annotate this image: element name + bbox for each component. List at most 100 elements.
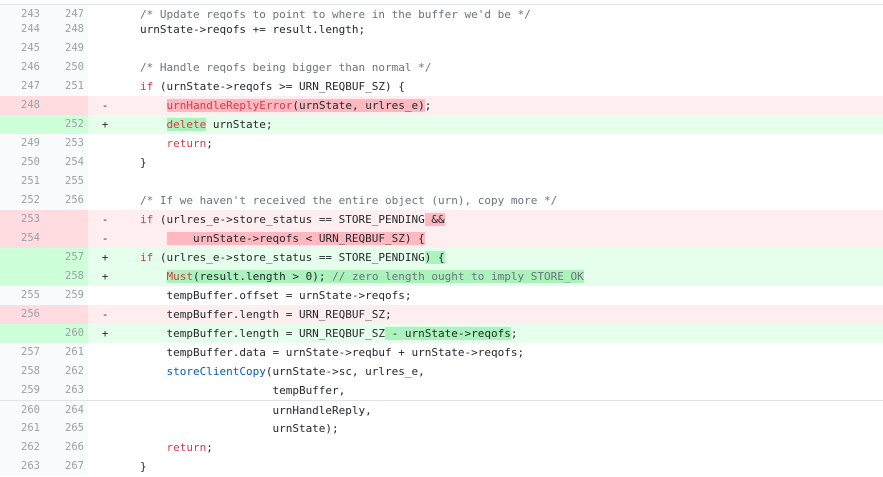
old-line-number[interactable] xyxy=(0,115,40,134)
old-line-number[interactable]: 260 xyxy=(0,401,40,420)
old-line-number[interactable]: 254 xyxy=(0,229,40,248)
new-line-number[interactable]: 262 xyxy=(44,362,84,381)
new-line-number[interactable]: 255 xyxy=(44,172,84,191)
old-line-number[interactable]: 253 xyxy=(0,210,40,229)
new-line-number[interactable]: 250 xyxy=(44,58,84,77)
new-line-number[interactable]: 263 xyxy=(44,381,84,400)
new-line-number[interactable]: 266 xyxy=(44,438,84,457)
diff-marker: + xyxy=(101,251,109,264)
code-text: urnHandleReplyError(urnState, urlres_e); xyxy=(166,99,432,112)
diff-marker: + xyxy=(101,327,109,340)
old-line-number[interactable] xyxy=(0,267,40,286)
code-text: tempBuffer.length = URN_REQBUF_SZ - urnS… xyxy=(140,327,518,340)
old-line-number[interactable] xyxy=(0,324,40,343)
old-line-number[interactable]: 261 xyxy=(0,419,40,438)
diff-line-ctx: 244 248 urnState->reqofs += result.length; xyxy=(0,20,883,39)
diff-view: 243 247/* Update reqofs to point to where… xyxy=(0,0,883,477)
old-line-number[interactable]: 257 xyxy=(0,343,40,362)
new-line-number[interactable]: 260 xyxy=(44,324,84,343)
old-line-number[interactable]: 250 xyxy=(0,153,40,172)
diff-line-ctx: 261 265 urnState); xyxy=(0,419,883,438)
diff-line-ctx: 257 261 tempBuffer.data = urnState->reqbu… xyxy=(0,343,883,362)
new-line-number[interactable]: 256 xyxy=(44,191,84,210)
diff-marker: - xyxy=(101,232,109,245)
diff-marker: - xyxy=(101,308,109,321)
diff-line-ctx: 250 254} xyxy=(0,153,883,172)
new-line-number[interactable]: 258 xyxy=(44,267,84,286)
diff-marker: - xyxy=(101,99,109,112)
old-line-number[interactable]: 263 xyxy=(0,457,40,476)
code-text: /* Handle reqofs being bigger than norma… xyxy=(140,61,432,74)
code-text: if (urlres_e->store_status == STORE_PEND… xyxy=(140,251,445,264)
new-line-number[interactable]: 257 xyxy=(44,248,84,267)
diff-line-ctx: 249 253 return; xyxy=(0,134,883,153)
diff-marker: + xyxy=(101,118,109,131)
diff-line-ctx: 259 263 tempBuffer, xyxy=(0,381,883,400)
new-line-number[interactable]: 253 xyxy=(44,134,84,153)
new-line-number[interactable]: 267 xyxy=(44,457,84,476)
code-text: delete urnState; xyxy=(166,118,273,131)
code-text: urnState->reqofs < URN_REQBUF_SZ) { xyxy=(166,232,425,245)
new-line-number[interactable] xyxy=(44,210,84,229)
diff-line-add: 258 + Must(result.length > 0); // zero le… xyxy=(0,267,883,286)
new-line-number[interactable]: 251 xyxy=(44,77,84,96)
diff-line-add: 257 + if (urlres_e->store_status == STORE_… xyxy=(0,248,883,267)
diff-line-ctx: 258 262 storeClientCopy(urnState->sc, url… xyxy=(0,362,883,381)
diff-line-del: 248 - urnHandleReplyError(urnState, urlre… xyxy=(0,96,883,115)
new-line-number[interactable] xyxy=(44,305,84,324)
new-line-number[interactable]: 248 xyxy=(44,20,84,39)
code-text: Must(result.length > 0); // zero length … xyxy=(166,270,584,283)
old-line-number[interactable]: 249 xyxy=(0,134,40,153)
new-line-number[interactable]: 254 xyxy=(44,153,84,172)
diff-line-ctx: 246 250 /* Handle reqofs being bigger than… xyxy=(0,58,883,77)
code-text: } xyxy=(140,460,147,473)
diff-line-ctx: 263 267} xyxy=(0,457,883,476)
diff-marker: + xyxy=(101,270,109,283)
diff-line-ctx: 255 259 tempBuffer.offset = urnState->req… xyxy=(0,286,883,305)
new-line-number[interactable]: 261 xyxy=(44,343,84,362)
diff-line-ctx: 251 255 xyxy=(0,172,883,191)
diff-line-ctx: 262 266 return; xyxy=(0,438,883,457)
diff-marker: - xyxy=(101,213,109,226)
code-text: return; xyxy=(166,137,213,150)
code-text: if (urnState->reqofs >= URN_REQBUF_SZ) { xyxy=(140,80,405,93)
code-text: tempBuffer, xyxy=(140,384,346,397)
old-line-number[interactable]: 256 xyxy=(0,305,40,324)
code-text: tempBuffer.offset = urnState->reqofs; xyxy=(140,289,412,302)
old-line-number[interactable] xyxy=(0,248,40,267)
code-text: urnState->reqofs += result.length; xyxy=(140,23,366,36)
new-line-number[interactable]: 249 xyxy=(44,39,84,58)
old-line-number[interactable]: 244 xyxy=(0,20,40,39)
code-text: storeClientCopy(urnState->sc, urlres_e, xyxy=(166,365,425,378)
code-text: tempBuffer.data = urnState->reqbuf + urn… xyxy=(140,346,525,359)
code-text: return; xyxy=(166,441,213,454)
diff-line-ctx: 260 264 urnHandleReply, xyxy=(0,400,883,420)
old-line-number[interactable]: 255 xyxy=(0,286,40,305)
old-line-number[interactable]: 245 xyxy=(0,39,40,58)
new-line-number[interactable]: 264 xyxy=(44,401,84,420)
code-text: tempBuffer.length = URN_REQBUF_SZ; xyxy=(140,308,392,321)
diff-line-add: 260 + tempBuffer.length = URN_REQBUF_SZ -… xyxy=(0,324,883,343)
code-text: urnState); xyxy=(140,422,339,435)
old-line-number[interactable]: 262 xyxy=(0,438,40,457)
diff-line-del: 253 - if (urlres_e->store_status == STORE_… xyxy=(0,210,883,229)
code-text: if (urlres_e->store_status == STORE_PEND… xyxy=(140,213,445,226)
diff-line-add: 252 + delete urnState; xyxy=(0,115,883,134)
old-line-number[interactable]: 248 xyxy=(0,96,40,115)
diff-line-ctx: 247 251 if (urnState->reqofs >= URN_REQBUF… xyxy=(0,77,883,96)
old-line-number[interactable]: 259 xyxy=(0,381,40,400)
new-line-number[interactable]: 265 xyxy=(44,419,84,438)
old-line-number[interactable]: 247 xyxy=(0,77,40,96)
old-line-number[interactable]: 252 xyxy=(0,191,40,210)
new-line-number[interactable]: 252 xyxy=(44,115,84,134)
code-text: /* If we haven't received the entire obj… xyxy=(140,194,558,207)
old-line-number[interactable]: 251 xyxy=(0,172,40,191)
old-line-number[interactable]: 246 xyxy=(0,58,40,77)
new-line-number[interactable]: 259 xyxy=(44,286,84,305)
diff-line-del: 254 - urnState->reqofs < URN_REQBUF_SZ) { xyxy=(0,229,883,248)
old-line-number[interactable]: 258 xyxy=(0,362,40,381)
new-line-number[interactable] xyxy=(44,96,84,115)
new-line-number[interactable] xyxy=(44,229,84,248)
code-text: urnHandleReply, xyxy=(140,404,372,417)
diff-line-ctx: 245 249 xyxy=(0,39,883,58)
